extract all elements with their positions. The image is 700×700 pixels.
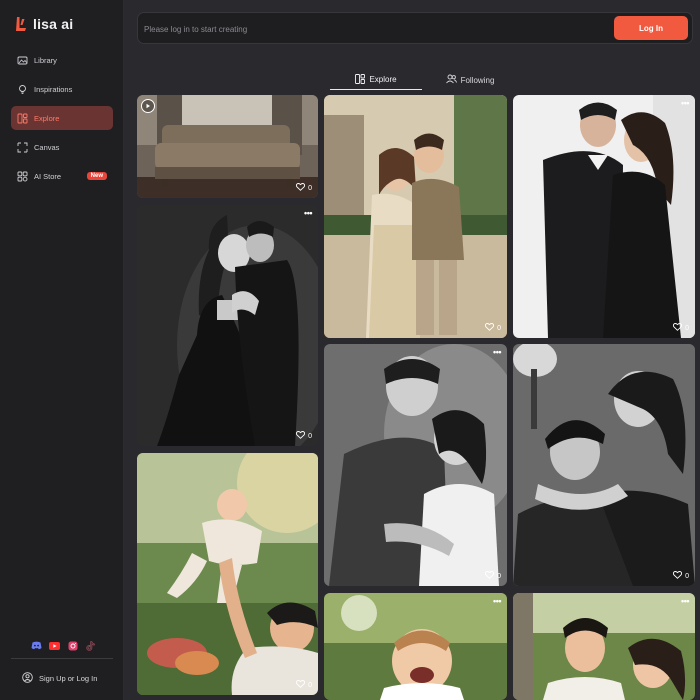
youtube-icon[interactable] — [49, 640, 60, 651]
gallery-card[interactable]: 0 — [513, 344, 695, 586]
sidebar-item-explore[interactable]: Explore — [11, 106, 113, 130]
sidebar-item-label: AI Store — [34, 171, 62, 181]
heart-icon — [296, 431, 306, 441]
library-icon — [17, 55, 28, 66]
explore-icon — [17, 113, 28, 124]
like-count: 0 — [308, 681, 312, 689]
lightbulb-icon — [17, 84, 28, 95]
gallery-card[interactable]: ••• — [324, 593, 507, 700]
card-image — [324, 593, 507, 700]
sidebar-item-inspirations[interactable]: Inspirations — [11, 77, 113, 101]
sidebar-item-label: Explore — [34, 113, 60, 123]
gallery-card[interactable]: 0 — [137, 453, 318, 695]
instagram-icon[interactable] — [67, 640, 78, 651]
card-image — [513, 593, 695, 700]
video-play-icon[interactable] — [141, 99, 155, 113]
gallery-card[interactable]: ••• 0 — [137, 205, 318, 446]
like-count: 0 — [308, 432, 312, 440]
gallery-card[interactable]: 0 — [324, 95, 507, 338]
prompt-input[interactable] — [144, 19, 604, 39]
gallery-card[interactable]: 0 — [137, 95, 318, 198]
like-button[interactable]: 0 — [485, 571, 501, 581]
users-icon — [445, 74, 457, 86]
logo-icon — [14, 16, 28, 32]
sidebar-item-canvas[interactable]: Canvas — [11, 135, 113, 159]
card-image — [324, 344, 507, 586]
signup-label: Sign Up or Log In — [39, 674, 98, 683]
heart-icon — [296, 183, 306, 193]
sidebar-item-label: Canvas — [34, 142, 60, 152]
signup-button[interactable]: Sign Up or Log In — [22, 672, 97, 685]
sidebar: lisa ai Library Inspirations Explore Can… — [0, 0, 124, 700]
like-button[interactable]: 0 — [673, 323, 689, 333]
heart-icon — [673, 323, 683, 333]
tab-label: Explore — [369, 75, 397, 84]
sidebar-item-label: Library — [34, 55, 57, 65]
sidebar-item-ai-store[interactable]: AI Store New — [11, 164, 113, 188]
prompt-bar: Log In — [137, 12, 693, 44]
gallery-card[interactable]: ••• 0 — [513, 95, 695, 338]
more-options-icon[interactable]: ••• — [493, 347, 501, 357]
card-image — [324, 95, 507, 338]
login-button[interactable]: Log In — [614, 16, 688, 40]
like-count: 0 — [685, 572, 689, 580]
tab-explore[interactable]: Explore — [330, 70, 422, 90]
canvas-icon — [17, 142, 28, 153]
card-image — [137, 95, 318, 198]
heart-icon — [485, 323, 495, 333]
like-button[interactable]: 0 — [485, 323, 501, 333]
more-options-icon[interactable]: ••• — [493, 596, 501, 606]
heart-icon — [673, 571, 683, 581]
heart-icon — [296, 680, 306, 690]
discord-icon[interactable] — [31, 640, 42, 651]
store-icon — [17, 171, 28, 182]
new-badge: New — [86, 172, 107, 180]
like-button[interactable]: 0 — [296, 183, 312, 193]
gallery-card[interactable]: ••• 0 — [324, 344, 507, 586]
tab-label: Following — [460, 75, 495, 85]
social-links — [31, 640, 96, 651]
like-button[interactable]: 0 — [296, 431, 312, 441]
card-image — [513, 344, 695, 586]
more-options-icon[interactable]: ••• — [681, 98, 689, 108]
card-image — [137, 453, 318, 695]
tab-following[interactable]: Following — [426, 70, 514, 90]
card-image — [137, 205, 318, 446]
like-count: 0 — [685, 324, 689, 332]
more-options-icon[interactable]: ••• — [681, 596, 689, 606]
sidebar-item-library[interactable]: Library — [11, 48, 113, 72]
like-button[interactable]: 0 — [673, 571, 689, 581]
logo-text: lisa ai — [33, 16, 74, 32]
sidebar-item-label: Inspirations — [34, 84, 73, 94]
more-options-icon[interactable]: ••• — [304, 208, 312, 218]
user-icon — [22, 672, 33, 685]
feed-tabs: Explore Following — [330, 70, 510, 90]
sidebar-nav: Library Inspirations Explore Canvas AI S… — [11, 48, 113, 193]
sidebar-divider — [11, 658, 113, 659]
logo[interactable]: lisa ai — [14, 16, 73, 32]
app-root: lisa ai Library Inspirations Explore Can… — [0, 0, 700, 700]
heart-icon — [485, 571, 495, 581]
tiktok-icon[interactable] — [85, 640, 96, 651]
like-button[interactable]: 0 — [296, 680, 312, 690]
like-count: 0 — [497, 572, 501, 580]
gallery-card[interactable]: ••• — [513, 593, 695, 700]
grid-icon — [355, 73, 366, 86]
like-count: 0 — [497, 324, 501, 332]
card-image — [513, 95, 695, 338]
like-count: 0 — [308, 184, 312, 192]
